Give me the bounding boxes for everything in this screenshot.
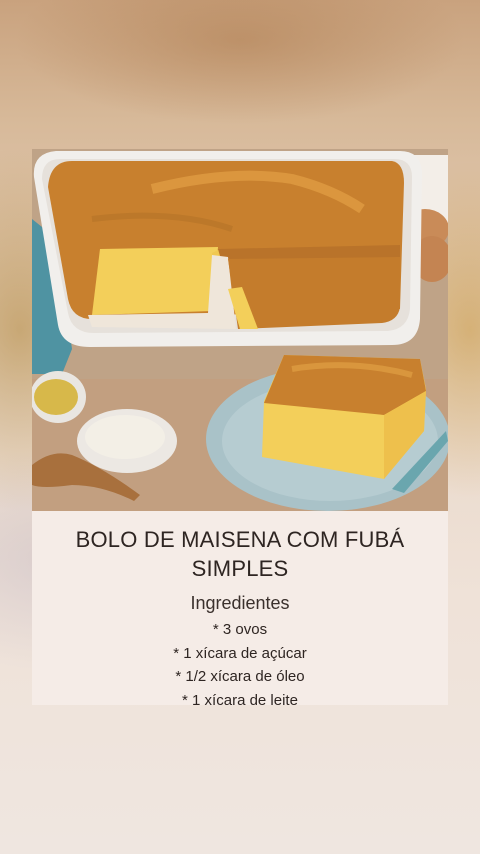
ingredient-item: * 1 xícara de açúcar — [173, 644, 307, 662]
ingredients-heading: Ingredientes — [190, 593, 290, 613]
recipe-text-panel: BOLO DE MAISENA COM FUBÁ SIMPLES Ingredi… — [32, 511, 448, 705]
recipe-title: BOLO DE MAISENA COM FUBÁ SIMPLES — [75, 527, 405, 581]
cake-illustration — [32, 149, 448, 511]
ingredient-item: * 1/2 xícara de óleo — [175, 668, 305, 685]
recipe-card: BOLO DE MAISENA COM FUBÁ SIMPLES Ingredi… — [32, 149, 448, 705]
cake-photo — [32, 149, 448, 511]
ingredients-list: * 3 ovos * 1 xícara de açúcar * 1/2 xíca… — [32, 618, 448, 705]
ingredient-item: * 1 xícara de leite — [182, 691, 298, 706]
cake-crumb-side — [92, 247, 218, 315]
ingredient-item: * 3 ovos — [212, 621, 268, 638]
